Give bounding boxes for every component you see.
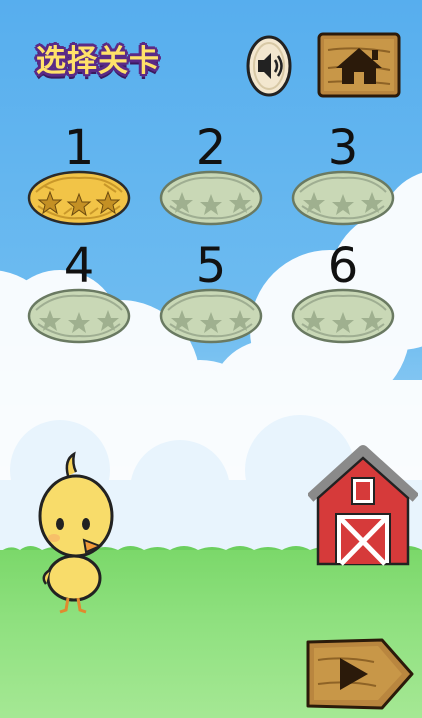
level-button-3[interactable]: 3 <box>288 120 398 230</box>
play-arrow-icon <box>306 638 414 710</box>
nest-locked <box>159 170 263 226</box>
nest-gold <box>27 170 131 226</box>
nest-locked <box>27 288 131 344</box>
level-button-1[interactable]: 1 <box>24 120 134 230</box>
next-button[interactable] <box>304 636 416 712</box>
level-grid: 1 2 3 4 5 6 <box>24 120 404 350</box>
home-icon <box>317 32 401 98</box>
nest-locked <box>291 170 395 226</box>
sound-toggle-button[interactable] <box>244 34 294 98</box>
barn <box>308 445 418 566</box>
game-scene: 选择关卡 1 2 3 4 5 6 <box>0 0 422 718</box>
level-button-5[interactable]: 5 <box>156 238 266 348</box>
level-button-4[interactable]: 4 <box>24 238 134 348</box>
nest-locked <box>159 288 263 344</box>
page-title: 选择关卡 <box>36 44 160 79</box>
chick-character <box>38 451 114 614</box>
level-button-2[interactable]: 2 <box>156 120 266 230</box>
home-button[interactable] <box>316 30 402 100</box>
level-button-6[interactable]: 6 <box>288 238 398 348</box>
nest-locked <box>291 288 395 344</box>
speaker-icon <box>246 35 292 97</box>
